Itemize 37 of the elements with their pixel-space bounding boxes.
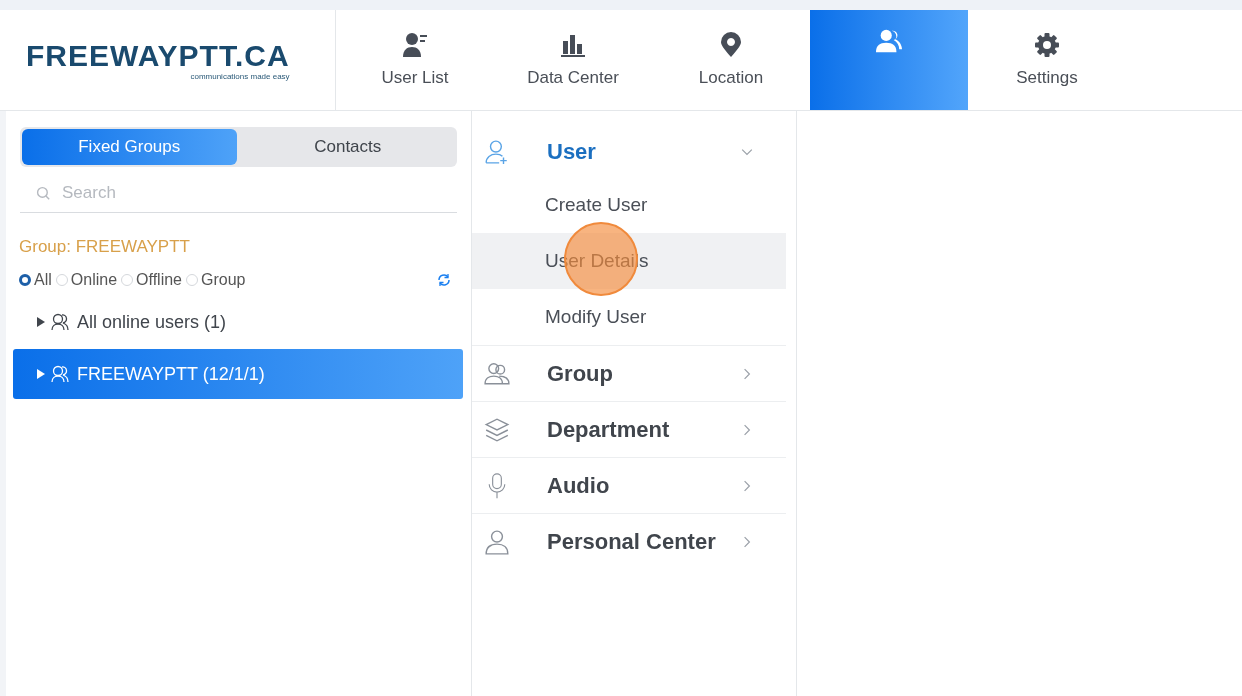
chevron-down-icon — [741, 146, 753, 158]
chevron-right-icon — [741, 367, 753, 380]
users-icon — [51, 313, 71, 331]
add-user-icon — [484, 139, 510, 165]
group-label: Group: FREEWAYPTT — [19, 237, 191, 257]
filter-radio[interactable]: Offline — [121, 271, 182, 289]
group-tab[interactable]: Fixed Groups — [22, 129, 237, 165]
users-icon — [876, 28, 902, 54]
search-field[interactable]: Search — [20, 173, 457, 213]
user-list-icon — [402, 32, 428, 58]
submenu-item[interactable]: Create User — [472, 177, 786, 233]
logo: FREEWAYPTT.CA communications made easy — [26, 39, 290, 81]
group-icon — [484, 360, 510, 387]
submenu-item[interactable]: Modify User — [472, 289, 786, 345]
person-icon — [484, 528, 510, 555]
menu-item[interactable]: User — [472, 127, 786, 177]
tree-item[interactable]: FREEWAYPTT (12/1/1) — [13, 349, 463, 399]
chevron-right-icon — [741, 479, 753, 492]
chevron-right-icon — [741, 535, 753, 548]
location-pin-icon — [718, 32, 744, 58]
users-icon — [51, 365, 71, 383]
layers-icon — [484, 416, 510, 443]
refresh-icon[interactable] — [437, 273, 451, 287]
filter-radio[interactable]: Group — [186, 271, 246, 289]
chevron-right-icon — [741, 423, 753, 436]
tree-item[interactable]: All online users (1) — [19, 297, 463, 347]
group-tab[interactable]: Contacts — [240, 129, 455, 165]
menu-item[interactable]: Group — [472, 345, 786, 401]
menu-item[interactable]: Department — [472, 401, 786, 457]
menu-item[interactable]: Personal Center — [472, 513, 786, 569]
filter-radio[interactable]: All — [19, 271, 52, 289]
bar-chart-icon — [560, 32, 586, 58]
menu-item[interactable]: Audio — [472, 457, 786, 513]
expand-triangle-icon[interactable] — [37, 317, 45, 327]
search-icon — [36, 186, 51, 201]
filter-radio[interactable]: Online — [55, 271, 118, 289]
expand-triangle-icon[interactable] — [37, 369, 45, 379]
